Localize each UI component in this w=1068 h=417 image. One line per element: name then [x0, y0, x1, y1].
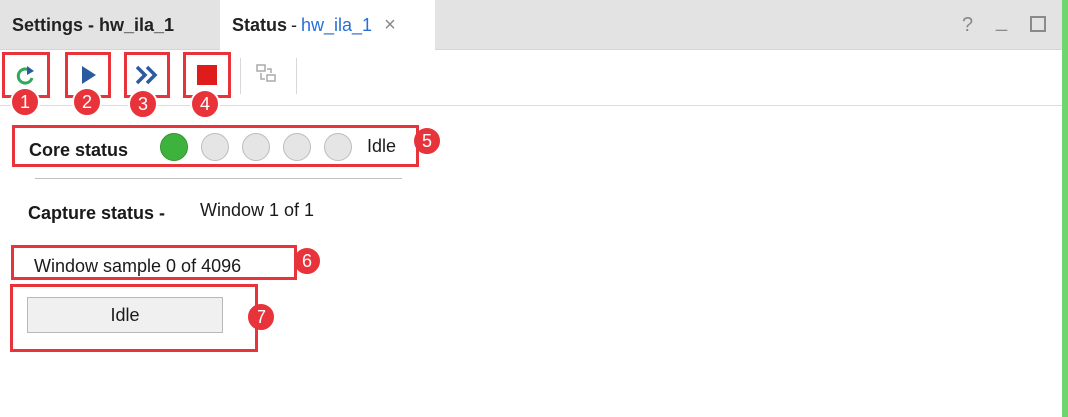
maximize-icon[interactable] [1030, 16, 1046, 32]
panel-edge-bar [1062, 0, 1068, 417]
tab-status[interactable]: Status - hw_ila_1 × [220, 0, 435, 51]
auto-rearm-icon [256, 64, 276, 82]
core-status-led-4 [283, 133, 311, 161]
core-status-led-2 [201, 133, 229, 161]
run-trigger-icon [82, 66, 96, 84]
close-icon[interactable]: × [384, 14, 396, 37]
run-trigger-immediate-icon [135, 65, 158, 85]
refresh-icon [16, 66, 34, 85]
capture-status-label: Capture status - [28, 203, 166, 223]
callout-badge-3: 3 [128, 89, 158, 119]
callout-badge-2: 2 [72, 87, 102, 117]
core-status-label: Core status [29, 140, 129, 160]
tab-status-separator: - [291, 15, 298, 35]
callout-badge-4: 4 [190, 89, 220, 119]
core-status-led-5 [324, 133, 352, 161]
toolbar-separator [296, 58, 297, 94]
tab-bar: Settings - hw_ila_1 Status - hw_ila_1 × … [0, 0, 1062, 51]
capture-state-field: Idle [27, 297, 223, 333]
core-status-state: Idle [367, 136, 397, 156]
minimize-icon[interactable]: _ [996, 10, 1007, 33]
tab-settings[interactable]: Settings - hw_ila_1 [0, 0, 220, 50]
tab-status-core-name: hw_ila_1 [301, 15, 373, 35]
auto-rearm-button[interactable] [246, 54, 286, 94]
section-divider [35, 178, 402, 179]
core-status-panel: Core status Idle [12, 125, 419, 167]
stop-icon [197, 65, 217, 85]
window-sample-panel: Window sample 0 of 4096 [11, 245, 297, 280]
help-icon[interactable]: ? [962, 14, 973, 37]
capture-state-panel: Idle [10, 284, 258, 352]
window-sample-text: Window sample 0 of 4096 [34, 256, 242, 276]
toolbar-separator [240, 58, 241, 94]
tab-settings-label: Settings - hw_ila_1 [12, 14, 175, 35]
core-status-led-1 [160, 133, 188, 161]
tab-status-title: Status [232, 15, 288, 35]
capture-status-value: Window 1 of 1 [200, 200, 315, 220]
callout-badge-1: 1 [10, 87, 40, 117]
toolbar [0, 50, 1062, 106]
core-status-led-3 [242, 133, 270, 161]
